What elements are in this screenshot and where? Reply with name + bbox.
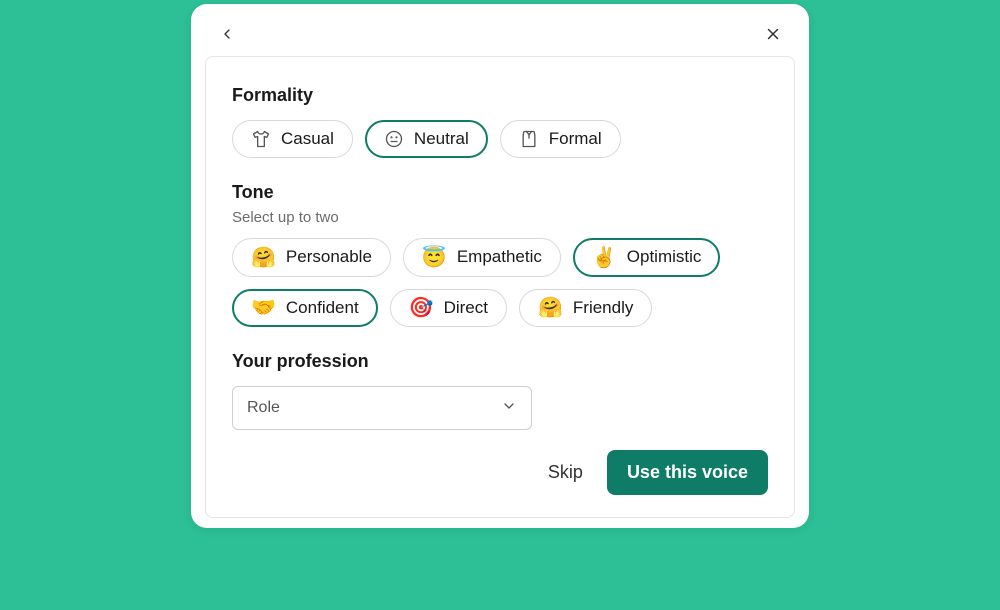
tone-option-optimistic[interactable]: ✌️ Optimistic: [573, 238, 721, 276]
formality-options: Casual Neutral Formal: [232, 120, 768, 158]
chevron-left-icon: [219, 26, 235, 42]
tone-option-direct[interactable]: 🎯 Direct: [390, 289, 507, 327]
formality-option-casual[interactable]: Casual: [232, 120, 353, 158]
chip-label: Formal: [549, 129, 602, 149]
dialog-body: Formality Casual Neutral Formal: [205, 56, 795, 518]
profession-select-wrap: Role: [232, 386, 532, 430]
tone-title: Tone: [232, 182, 768, 203]
dialog-header: [191, 4, 809, 56]
hugging-face-icon: 🤗: [251, 248, 276, 268]
victory-hand-icon: ✌️: [592, 248, 617, 268]
chip-label: Personable: [286, 247, 372, 267]
chip-label: Empathetic: [457, 247, 542, 267]
close-icon: [764, 25, 782, 43]
tone-options: 🤗 Personable 😇 Empathetic ✌️ Optimistic …: [232, 238, 768, 327]
chip-label: Optimistic: [627, 247, 702, 267]
halo-face-icon: 😇: [422, 248, 447, 268]
handshake-icon: 🤝: [251, 298, 276, 318]
formality-option-formal[interactable]: Formal: [500, 120, 621, 158]
formality-title: Formality: [232, 85, 768, 106]
target-icon: 🎯: [409, 298, 434, 318]
chip-label: Casual: [281, 129, 334, 149]
chip-label: Confident: [286, 298, 359, 318]
profession-select[interactable]: Role: [232, 386, 532, 430]
smiling-hearts-icon: 🤗: [538, 298, 563, 318]
neutral-face-icon: [384, 129, 404, 149]
use-this-voice-button[interactable]: Use this voice: [607, 450, 768, 495]
tshirt-icon: [251, 129, 271, 149]
formality-option-neutral[interactable]: Neutral: [365, 120, 488, 158]
chip-label: Direct: [444, 298, 488, 318]
voice-dialog: Formality Casual Neutral Formal: [191, 4, 809, 528]
chip-label: Neutral: [414, 129, 469, 149]
tone-option-personable[interactable]: 🤗 Personable: [232, 238, 391, 276]
tone-option-empathetic[interactable]: 😇 Empathetic: [403, 238, 561, 276]
profession-placeholder: Role: [247, 399, 280, 417]
shirt-icon: [519, 129, 539, 149]
tone-option-confident[interactable]: 🤝 Confident: [232, 289, 378, 327]
back-button[interactable]: [215, 22, 239, 46]
tone-subtitle: Select up to two: [232, 209, 768, 226]
chip-label: Friendly: [573, 298, 633, 318]
tone-option-friendly[interactable]: 🤗 Friendly: [519, 289, 652, 327]
close-button[interactable]: [761, 22, 785, 46]
skip-button[interactable]: Skip: [542, 454, 589, 491]
profession-title: Your profession: [232, 351, 768, 372]
chevron-down-icon: [501, 398, 517, 419]
dialog-footer: Skip Use this voice: [232, 450, 768, 495]
